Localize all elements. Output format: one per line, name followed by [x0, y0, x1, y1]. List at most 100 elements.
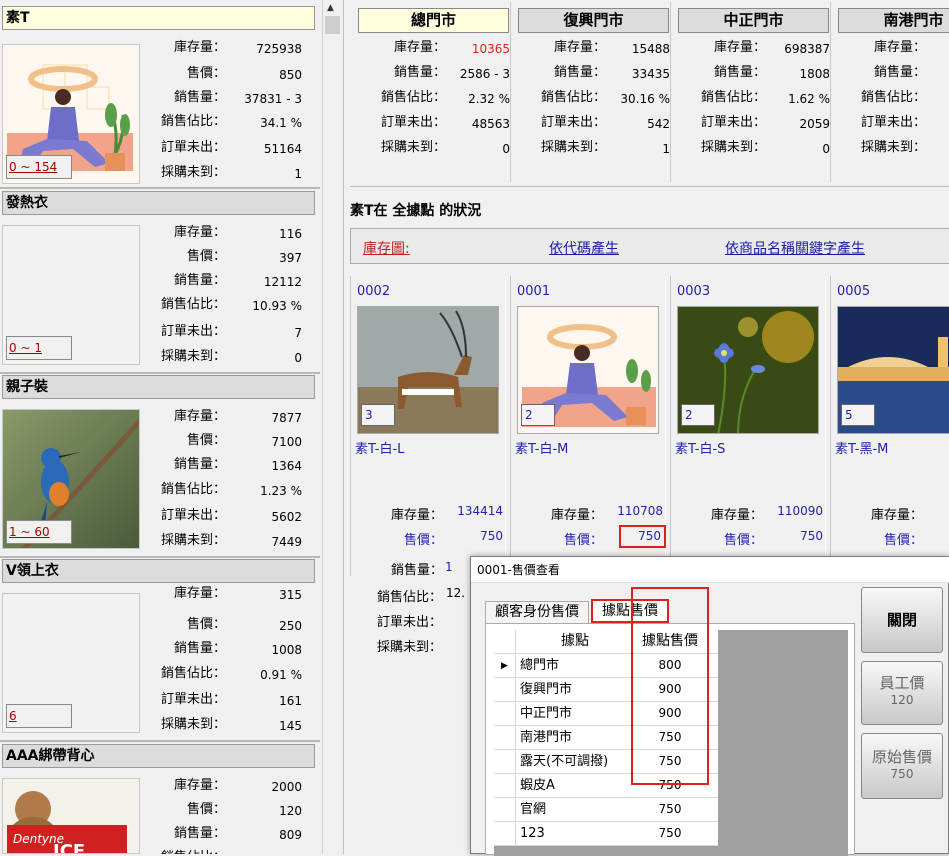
row-header-cell	[494, 798, 516, 822]
stock-range-link[interactable]: 0 ~ 1	[6, 336, 72, 360]
product-title[interactable]: V領上衣	[2, 559, 315, 583]
store-cell[interactable]: 123	[520, 822, 630, 845]
price-value: 750	[800, 529, 823, 543]
stock-range-link[interactable]: 6	[6, 704, 72, 728]
stock-value: 15488	[631, 42, 670, 56]
store-cell[interactable]: 蝦皮A	[520, 774, 630, 797]
product-title[interactable]: 素T	[2, 6, 315, 30]
row-header-cell	[494, 702, 516, 726]
store-cell[interactable]: 復興門市	[520, 678, 630, 701]
product-card[interactable]: 親子裝 1 ~ 60 庫存量： 7877 售價： 7100 銷售量： 1364 …	[0, 373, 320, 558]
store-name[interactable]: 總門市	[358, 8, 509, 33]
sales-value: 1808	[799, 67, 830, 81]
sales-value: 1008	[271, 643, 302, 657]
stock-label: 庫存量：	[173, 225, 226, 240]
variant-count-badge: 2	[681, 404, 715, 426]
store-name[interactable]: 南港門市	[838, 8, 949, 33]
row-header-cell	[494, 774, 516, 798]
purchase-label: 採購未到：	[540, 140, 606, 155]
product-card[interactable]: AAA綁帶背心 Dentyne ICE 庫存量： 2000 售價： 120 銷售…	[0, 742, 320, 854]
purchase-value: 1	[294, 167, 302, 181]
generate-by-code-link[interactable]: 依代碼產生	[549, 238, 619, 258]
share-value: 1.62 %	[788, 92, 830, 106]
stock-label: 庫存量：	[550, 508, 603, 523]
sales-value: 809	[279, 828, 302, 842]
table-row[interactable]: 123 750	[494, 822, 718, 846]
orders-value: 48563	[471, 117, 510, 131]
product-title[interactable]: AAA綁帶背心	[2, 744, 315, 768]
share-value: 34.1 %	[260, 116, 302, 130]
row-header-cell	[494, 630, 516, 654]
store-cell[interactable]: 中正門市	[520, 702, 630, 725]
store-cell[interactable]: 露天(不可調撥)	[520, 750, 630, 773]
share-value: 1.23 %	[260, 484, 302, 498]
orders-label: 訂單未出：	[860, 115, 926, 130]
product-title[interactable]: 親子裝	[2, 375, 315, 399]
sales-label: 銷售量：	[173, 826, 226, 841]
price-label: 售價：	[186, 433, 226, 448]
variant-card[interactable]: 0002 3 素T-白-L 庫存量： 134414 售價： 750 銷售量： 1	[350, 276, 506, 578]
price-view-dialog[interactable]: 0001-售價查看 顧客身份售價 據點售價 據點 據點售價 ▶ 總門市 800 …	[470, 556, 949, 856]
purchase-label: 採購未到：	[376, 640, 442, 655]
purchase-value: 0	[502, 142, 510, 156]
product-title[interactable]: 發熱衣	[2, 191, 315, 215]
table-row[interactable]: 官網 750	[494, 798, 718, 822]
variant-name: 素T-白-M	[515, 442, 569, 457]
variant-count-badge: 5	[841, 404, 875, 426]
store-name[interactable]: 復興門市	[518, 8, 669, 33]
price-value-highlighted[interactable]: 750	[619, 525, 666, 548]
stock-value: 7877	[271, 411, 302, 425]
row-header-cell	[494, 726, 516, 750]
dialog-title[interactable]: 0001-售價查看	[471, 557, 949, 583]
store-column[interactable]: 復興門市 庫存量： 15488 銷售量： 33435 銷售佔比： 30.16 %…	[516, 2, 674, 186]
vertical-scrollbar[interactable]: ▲	[322, 0, 342, 854]
store-name[interactable]: 中正門市	[678, 8, 829, 33]
generate-by-keyword-link[interactable]: 依商品名稱關鍵字產生	[725, 238, 865, 258]
store-cell[interactable]: 官網	[520, 798, 630, 821]
orders-label: 訂單未出：	[700, 115, 766, 130]
stock-label: 庫存量：	[390, 508, 443, 523]
tab-customer-price[interactable]: 顧客身份售價	[485, 601, 589, 623]
sales-label: 銷售量：	[873, 65, 926, 80]
store-column[interactable]: 總門市 庫存量： 10365 銷售量： 2586 - 3 銷售佔比： 2.32 …	[356, 2, 514, 186]
sales-value: 1364	[271, 459, 302, 473]
stock-range-link[interactable]: 1 ~ 60	[6, 520, 72, 544]
sales-label: 銷售量：	[713, 65, 766, 80]
scroll-thumb[interactable]	[325, 16, 340, 34]
product-card[interactable]: 發熱衣 0 ~ 1 庫存量： 116 售價： 397 銷售量： 12112 銷售…	[0, 189, 320, 374]
sales-label: 銷售量：	[393, 65, 446, 80]
staff-price-button[interactable]: 員工價 120	[861, 661, 943, 725]
price-label: 售價：	[403, 533, 443, 548]
price-cell[interactable]: 750	[632, 798, 708, 821]
share-label: 銷售佔比：	[700, 90, 766, 105]
orders-value: 7	[294, 326, 302, 340]
variant-card[interactable]: 0001 2 素T-白-M 庫存量： 110708 售價： 750	[510, 276, 666, 576]
variant-card[interactable]: 0005 5 素T-黑-M 庫存量： 1 售價：	[830, 276, 949, 576]
price-cell[interactable]: 750	[632, 822, 708, 845]
staff-price-value: 120	[890, 693, 914, 707]
stock-value: 315	[279, 588, 302, 602]
stock-chart-link[interactable]: 庫存圖:	[363, 238, 410, 258]
variant-name: 素T-白-L	[355, 442, 405, 457]
status-heading: 素T在 全據點 的狀況	[350, 203, 482, 219]
divider	[350, 186, 949, 187]
share-label: 銷售佔比：	[380, 90, 446, 105]
divider	[670, 2, 671, 182]
row-header-cell	[494, 678, 516, 702]
close-button[interactable]: 關閉	[861, 587, 943, 653]
stock-range-link[interactable]: 0 ~ 154	[6, 155, 72, 179]
scroll-up-icon[interactable]: ▲	[327, 3, 334, 13]
product-card[interactable]: V領上衣 6 庫存量： 315 售價： 250 銷售量： 1008 銷售佔比： …	[0, 557, 320, 742]
stock-value: 1	[925, 504, 949, 518]
product-card[interactable]: 素T 0 ~ 154 庫存量： 725938 售價： 850 銷售量： 3783…	[0, 4, 320, 189]
store-cell[interactable]: 總門市	[520, 654, 630, 677]
share-label: 銷售佔比：	[160, 482, 226, 497]
column-header-store[interactable]: 據點	[520, 630, 630, 653]
store-cell[interactable]: 南港門市	[520, 726, 630, 749]
variant-code: 0003	[677, 284, 711, 299]
variant-card[interactable]: 0003 2 素T-白-S 庫存量： 110090 售價： 750	[670, 276, 826, 576]
store-column[interactable]: 中正門市 庫存量： 698387 銷售量： 1808 銷售佔比： 1.62 % …	[676, 2, 834, 186]
store-column[interactable]: 南港門市 庫存量： 銷售量： 銷售佔比： 訂單未出： 採購未到：	[836, 2, 949, 186]
purchase-label: 採購未到：	[160, 533, 226, 548]
original-price-button[interactable]: 原始售價 750	[861, 733, 943, 799]
